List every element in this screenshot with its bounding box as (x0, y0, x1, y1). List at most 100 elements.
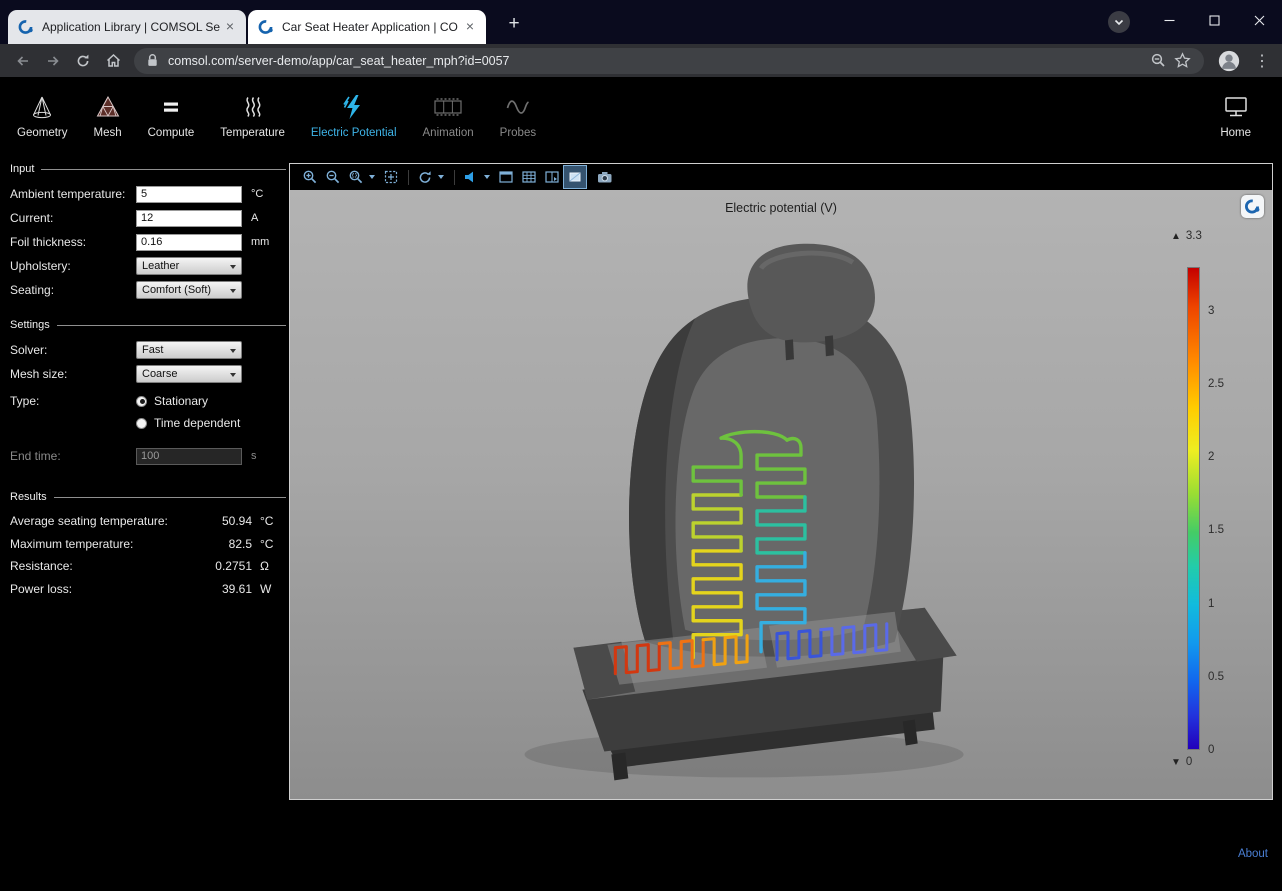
forward-button[interactable] (38, 47, 68, 75)
tab-close-icon[interactable]: × (462, 19, 478, 35)
solver-dropdown[interactable]: Fast (136, 341, 242, 359)
mesh-icon (95, 92, 121, 122)
split-view-icon (544, 169, 560, 185)
zoom-level-button[interactable] (1146, 49, 1170, 73)
result-row: Maximum temperature: 82.5 °C (10, 533, 286, 556)
window-minimize-button[interactable] (1147, 0, 1192, 40)
browser-tab-strip: Application Library | COMSOL Se × Car Se… (0, 0, 1282, 44)
back-icon (15, 53, 31, 69)
comsol-favicon (18, 19, 34, 35)
window-icon (498, 169, 514, 185)
triangle-up-icon: ▲ (1171, 231, 1181, 242)
result-row: Resistance: 0.2751 Ω (10, 555, 286, 578)
maximize-icon (1209, 15, 1220, 26)
home-screen-icon (1222, 92, 1250, 122)
browser-tab-car-seat-heater[interactable]: Car Seat Heater Application | CO × (248, 10, 486, 44)
ribbon-geometry-button[interactable]: Geometry (4, 77, 81, 152)
zoom-out-button[interactable] (322, 166, 344, 188)
result-value: 50.94 (188, 514, 252, 528)
chevron-down-icon (230, 289, 236, 293)
window-maximize-button[interactable] (1192, 0, 1237, 40)
new-tab-button[interactable]: + (502, 13, 526, 37)
radio-time-dependent[interactable]: Time dependent (136, 412, 240, 434)
chevron-down-icon (230, 373, 236, 377)
home-button[interactable] (98, 47, 128, 75)
default-view-button[interactable] (414, 166, 436, 188)
result-row: Power loss: 39.61 W (10, 578, 286, 601)
ribbon-temperature-button[interactable]: Temperature (207, 77, 298, 152)
seating-dropdown[interactable]: Comfort (Soft) (136, 281, 242, 299)
url-text: comsol.com/server-demo/app/car_seat_heat… (168, 54, 1146, 68)
about-link[interactable]: About (1238, 848, 1268, 860)
zoom-box-icon (348, 169, 364, 185)
table-icon (521, 169, 537, 185)
app-ribbon: Geometry Mesh Compute Temperature (0, 77, 1282, 152)
solver-row: Solver: Fast (10, 338, 286, 362)
radio-selected-icon[interactable] (136, 396, 147, 407)
play-sound-button[interactable] (460, 166, 482, 188)
default-view-dropdown-icon[interactable] (438, 175, 444, 179)
back-button[interactable] (8, 47, 38, 75)
foil-thickness-row: Foil thickness: 0.16 mm (10, 230, 286, 254)
plot-canvas[interactable]: Electric potential (V) (290, 190, 1272, 799)
radio-stationary[interactable]: Stationary (136, 390, 208, 412)
result-value: 82.5 (188, 537, 252, 551)
bookmark-star-button[interactable] (1170, 49, 1194, 73)
browser-updates-button[interactable] (1108, 11, 1130, 33)
avatar-icon (1217, 49, 1241, 73)
ribbon-compute-button[interactable]: Compute (135, 77, 208, 152)
star-icon (1174, 52, 1191, 69)
zoom-extents-button[interactable] (380, 166, 402, 188)
comsol-logo-icon (1244, 198, 1261, 215)
zoom-box-dropdown-icon[interactable] (369, 175, 375, 179)
result-value: 0.2751 (188, 559, 252, 573)
comsol-logo-button[interactable] (1241, 195, 1264, 218)
ribbon-home-button[interactable]: Home (1207, 77, 1264, 152)
zoom-in-button[interactable] (299, 166, 321, 188)
radio-unselected-icon[interactable] (136, 418, 147, 429)
end-time-field[interactable]: 100 (136, 448, 242, 465)
scene-light-button[interactable] (564, 166, 586, 188)
legend-tick: 3 (1208, 304, 1214, 318)
triangle-down-icon: ▼ (1171, 757, 1181, 768)
forward-icon (45, 53, 61, 69)
ribbon-animation-button[interactable]: Animation (410, 77, 487, 152)
ribbon-electric-potential-button[interactable]: Electric Potential (298, 77, 410, 152)
zoom-magnifier-icon (1150, 52, 1167, 69)
reload-button[interactable] (68, 47, 98, 75)
tab-title: Application Library | COMSOL Se (42, 20, 222, 34)
tab-close-icon[interactable]: × (222, 19, 238, 35)
browser-toolbar: comsol.com/server-demo/app/car_seat_heat… (0, 44, 1282, 77)
snapshot-button[interactable] (593, 166, 615, 188)
ambient-temperature-field[interactable]: 5 (136, 186, 242, 203)
play-sound-dropdown-icon[interactable] (484, 175, 490, 179)
upholstery-row: Upholstery: Leather (10, 254, 286, 278)
mesh-size-dropdown[interactable]: Coarse (136, 365, 242, 383)
ribbon-label: Mesh (94, 127, 122, 139)
browser-menu-button[interactable]: ⋮ (1250, 47, 1274, 75)
animation-film-icon (433, 92, 463, 122)
table-button[interactable] (518, 166, 540, 188)
minimize-icon (1164, 15, 1175, 26)
browser-tab-application-library[interactable]: Application Library | COMSOL Se × (8, 10, 246, 44)
zoom-box-button[interactable] (345, 166, 367, 188)
probes-wave-icon (505, 92, 531, 122)
legend-tick: 1.5 (1208, 523, 1224, 537)
reset-view-icon (417, 169, 433, 185)
result-value: 39.61 (188, 582, 252, 596)
legend-tick: 0.5 (1208, 670, 1224, 684)
plot-window-button[interactable] (495, 166, 517, 188)
profile-avatar-button[interactable] (1214, 47, 1244, 75)
legend-min: ▼ 0 (1171, 756, 1192, 768)
ribbon-probes-button[interactable]: Probes (487, 77, 549, 152)
split-view-button[interactable] (541, 166, 563, 188)
upholstery-dropdown[interactable]: Leather (136, 257, 242, 275)
address-bar[interactable]: comsol.com/server-demo/app/car_seat_heat… (134, 48, 1204, 74)
chevron-down-icon (1114, 19, 1124, 26)
foil-thickness-field[interactable]: 0.16 (136, 234, 242, 251)
lock-icon[interactable] (146, 53, 159, 68)
window-close-button[interactable] (1237, 0, 1282, 40)
ribbon-label: Animation (423, 127, 474, 139)
current-field[interactable]: 12 (136, 210, 242, 227)
ribbon-mesh-button[interactable]: Mesh (81, 77, 135, 152)
